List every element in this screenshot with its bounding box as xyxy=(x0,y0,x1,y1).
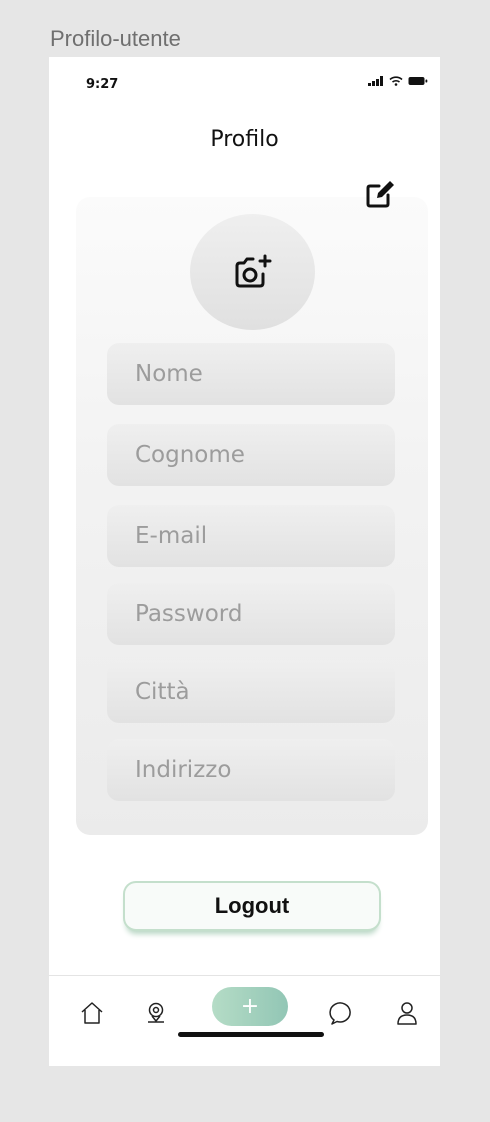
address-field[interactable]: Indirizzo xyxy=(107,739,395,801)
home-icon[interactable] xyxy=(79,1000,105,1026)
status-icons xyxy=(368,76,428,86)
battery-icon xyxy=(408,77,428,85)
page-title: Profilo xyxy=(210,127,279,152)
signal-icon xyxy=(368,76,383,86)
edit-icon[interactable] xyxy=(364,179,396,211)
map-pin-icon[interactable] xyxy=(143,1000,169,1026)
email-field[interactable]: E-mail xyxy=(107,505,395,567)
phone-screen: 9:27 Profilo Nome Cognome E-mail Passwor… xyxy=(49,57,440,1066)
password-field[interactable]: Password xyxy=(107,583,395,645)
last-name-field[interactable]: Cognome xyxy=(107,424,395,486)
logout-button[interactable]: Logout xyxy=(123,881,381,931)
tab-bar: + xyxy=(49,975,440,1066)
camera-plus-icon xyxy=(235,254,271,288)
status-time: 9:27 xyxy=(86,77,119,92)
user-icon[interactable] xyxy=(394,1000,420,1026)
add-button[interactable]: + xyxy=(212,987,288,1026)
home-indicator xyxy=(178,1032,324,1037)
frame-label: Profilo-utente xyxy=(50,26,181,51)
city-field[interactable]: Città xyxy=(107,661,395,723)
add-photo-button[interactable] xyxy=(190,214,315,330)
chat-icon[interactable] xyxy=(328,1000,354,1026)
wifi-icon xyxy=(389,76,403,86)
first-name-field[interactable]: Nome xyxy=(107,343,395,405)
